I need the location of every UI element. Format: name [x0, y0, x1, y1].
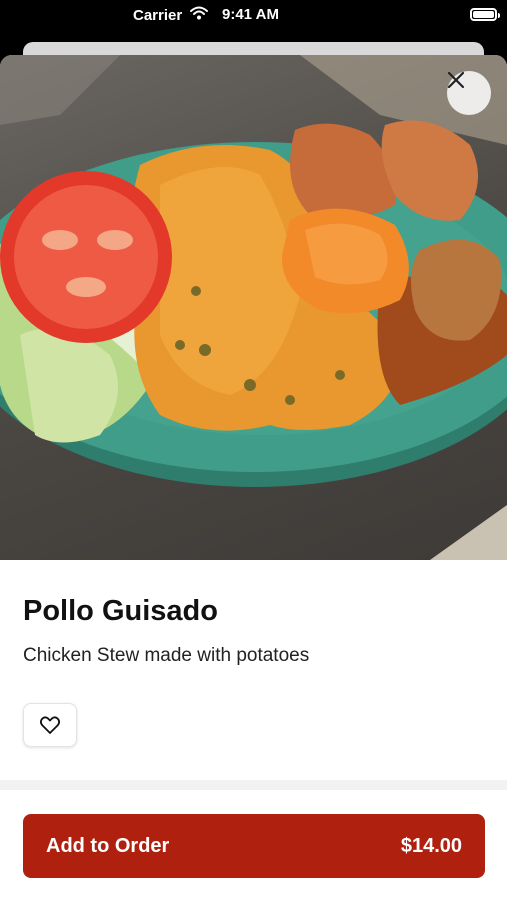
- item-description: Chicken Stew made with potatoes: [23, 645, 310, 666]
- wifi-icon: [190, 6, 209, 24]
- item-photo: [0, 55, 507, 560]
- heart-icon: [39, 716, 61, 734]
- add-to-order-label: Add to Order: [46, 834, 170, 857]
- favorite-button[interactable]: [23, 703, 77, 747]
- food-illustration: [0, 55, 507, 560]
- carrier-label: Carrier: [133, 6, 183, 24]
- close-button[interactable]: [447, 71, 491, 115]
- item-detail-sheet: Pollo Guisado Chicken Stew made with pot…: [0, 55, 507, 900]
- item-price: $14.00: [400, 834, 462, 857]
- battery-icon: [470, 8, 500, 21]
- add-to-order-button[interactable]: Add to Order $14.00: [23, 814, 485, 878]
- status-left: Carrier: [133, 6, 209, 24]
- close-icon: [447, 71, 465, 89]
- status-time: 9:41 AM: [222, 6, 279, 23]
- item-title: Pollo Guisado: [23, 595, 218, 627]
- section-divider: [0, 780, 507, 790]
- status-bar: Carrier 9:41 AM: [0, 0, 507, 34]
